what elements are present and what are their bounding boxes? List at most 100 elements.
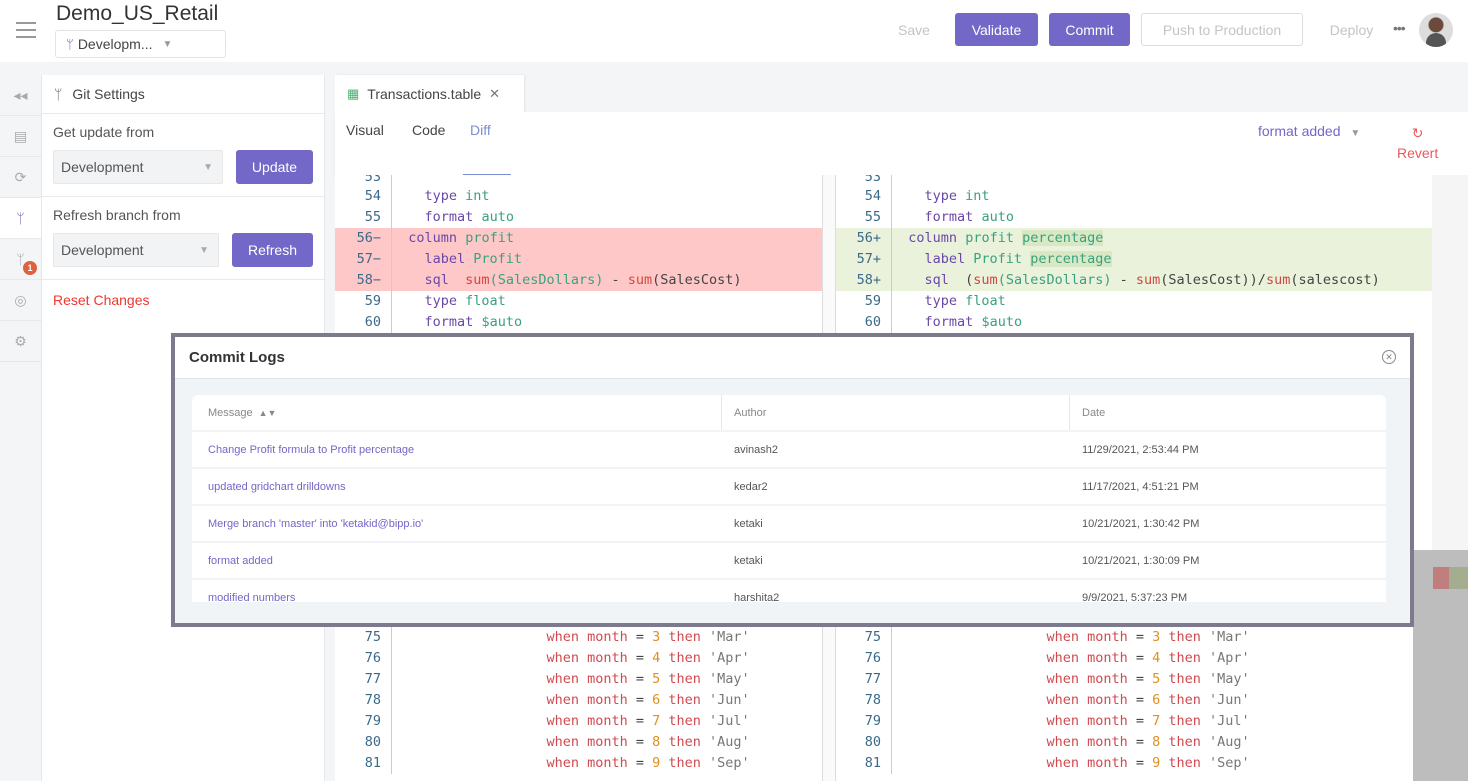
- commit-version-select[interactable]: format added ▼: [1258, 123, 1360, 139]
- git-branch-icon[interactable]: ᛘ: [0, 198, 41, 239]
- code-text: sql (sum(SalesDollars) - sum(SalesCost))…: [924, 272, 1380, 288]
- code-text: when month = 4 then 'Apr': [546, 650, 750, 666]
- code-text: when month = 7 then 'Jul': [1046, 713, 1250, 729]
- table-row[interactable]: modified numbers harshita2 9/9/2021, 5:37:…: [192, 580, 1386, 603]
- code-line: 80 when month = 8 then 'Aug': [836, 732, 1432, 753]
- code-line: 56+ column profit percentage: [836, 228, 1432, 249]
- commit-message[interactable]: format added: [208, 555, 273, 567]
- table-row[interactable]: Change Profit formula to Profit percenta…: [192, 432, 1386, 469]
- sync-icon[interactable]: ⟳: [0, 157, 41, 198]
- line-number: 79: [836, 711, 892, 732]
- line-number: 79: [335, 711, 392, 732]
- code-text: format $auto: [924, 314, 1023, 330]
- avatar[interactable]: [1419, 13, 1453, 47]
- line-number: 81: [836, 753, 892, 774]
- code-text: format auto: [424, 209, 514, 225]
- refresh-branch-value: Development: [61, 242, 144, 258]
- reset-changes-link[interactable]: Reset Changes: [42, 280, 324, 320]
- line-number: 78: [335, 690, 392, 711]
- view-tab-diff[interactable]: Diff: [470, 122, 491, 138]
- code-line: 76 when month = 4 then 'Apr': [335, 648, 822, 669]
- table-row[interactable]: Merge branch 'master' into 'ketakid@bipp…: [192, 506, 1386, 543]
- tab-transactions-table[interactable]: ▦ Transactions.table ✕: [335, 75, 524, 112]
- view-tab-code[interactable]: Code: [412, 122, 445, 138]
- line-number: 76: [335, 648, 392, 669]
- validate-button[interactable]: Validate: [955, 13, 1038, 46]
- column-header-message[interactable]: Message ▲▼: [192, 395, 722, 430]
- get-update-label: Get update from: [53, 124, 155, 140]
- line-number: 75: [836, 627, 892, 648]
- code-line: 54 type int: [836, 186, 1432, 207]
- top-bar: Demo_US_Retail ᛘ Developm... ▼ Save Vali…: [0, 0, 1468, 62]
- code-line: 79 when month = 7 then 'Jul': [836, 711, 1432, 732]
- commit-author: avinash2: [734, 443, 779, 456]
- push-to-production-button[interactable]: Push to Production: [1141, 13, 1303, 46]
- line-number: 55: [335, 207, 392, 228]
- update-branch-select[interactable]: Development ▼: [53, 150, 223, 184]
- code-text: type float: [924, 293, 1006, 309]
- tab-label: Transactions.table: [367, 85, 482, 102]
- code-text: column profit: [408, 230, 514, 246]
- commit-message[interactable]: Merge branch 'master' into 'ketakid@bipp…: [208, 518, 423, 530]
- table-row[interactable]: updated gridchart drilldowns kedar2 11/17/…: [192, 469, 1386, 506]
- view-tab-visual[interactable]: Visual: [346, 122, 384, 138]
- code-text: label Profit: [424, 251, 523, 267]
- code-line: 57+ label Profit percentage: [836, 249, 1432, 270]
- code-text: when month = 4 then 'Apr': [1046, 650, 1250, 666]
- merge-request-icon[interactable]: ᛘ1: [0, 239, 41, 280]
- collapse-icon[interactable]: ◂◂: [0, 75, 41, 116]
- revert-button[interactable]: ↻ Revert: [1397, 123, 1438, 163]
- refresh-branch-select[interactable]: Development ▼: [53, 233, 219, 267]
- commit-message[interactable]: modified numbers: [208, 592, 295, 603]
- code-line: 59 type float: [836, 291, 1432, 312]
- close-tab-icon[interactable]: ✕: [489, 86, 500, 102]
- commit-message[interactable]: Change Profit formula to Profit percenta…: [208, 444, 414, 456]
- code-line: 78 when month = 6 then 'Jun': [836, 690, 1432, 711]
- commit-date: 9/9/2021, 5:37:23 PM: [1082, 591, 1188, 603]
- code-line: 81 when month = 9 then 'Sep': [335, 753, 822, 774]
- update-button[interactable]: Update: [236, 150, 313, 184]
- code-line: 60 format $auto: [836, 312, 1432, 333]
- hamburger-menu-icon[interactable]: [16, 22, 36, 38]
- notification-badge: 1: [23, 261, 37, 275]
- code-text: label Profit percentage: [924, 251, 1112, 267]
- line-number: 56−: [335, 228, 392, 249]
- line-number: 57+: [836, 249, 892, 270]
- chevron-down-icon: ▼: [162, 38, 173, 50]
- commit-message[interactable]: updated gridchart drilldowns: [208, 481, 346, 493]
- revert-icon: ↻: [1411, 125, 1424, 141]
- line-number: 81: [335, 753, 392, 774]
- branch-name: Developm...: [77, 36, 153, 52]
- save-button[interactable]: Save: [895, 13, 933, 46]
- line-number: 58+: [836, 270, 892, 291]
- gear-icon[interactable]: ⚙: [0, 321, 41, 362]
- commit-author: kedar2: [734, 480, 768, 493]
- commit-date: 11/17/2021, 4:51:21 PM: [1082, 480, 1199, 493]
- branch-select[interactable]: ᛘ Developm... ▼: [55, 30, 226, 58]
- commit-author: ketaki: [734, 517, 763, 530]
- left-rail: ◂◂ ▤ ⟳ ᛘ ᛘ1 ◎ ⚙: [0, 75, 42, 781]
- line-number: 80: [335, 732, 392, 753]
- code-text: column profit percentage: [908, 230, 1104, 246]
- code-line: 58+ sql (sum(SalesDollars) - sum(SalesCo…: [836, 270, 1432, 291]
- code-line: 58− sql sum(SalesDollars) - sum(SalesCos…: [335, 270, 822, 291]
- line-number: 60: [335, 312, 392, 333]
- close-icon[interactable]: ✕: [1382, 350, 1396, 364]
- sort-icon[interactable]: ▲▼: [259, 408, 277, 418]
- more-options-icon[interactable]: •••: [1393, 20, 1406, 36]
- code-text: when month = 5 then 'May': [546, 671, 750, 687]
- column-header-author: Author: [722, 395, 1070, 430]
- line-number: 54: [335, 186, 392, 207]
- code-text: when month = 9 then 'Sep': [1046, 755, 1250, 771]
- refresh-button[interactable]: Refresh: [232, 233, 313, 267]
- user-icon[interactable]: ◎: [0, 280, 41, 321]
- code-line: 57− label Profit: [335, 249, 822, 270]
- deploy-button[interactable]: Deploy: [1325, 13, 1378, 46]
- files-icon[interactable]: ▤: [0, 116, 41, 157]
- table-icon: ▦: [347, 85, 360, 101]
- chevron-down-icon: ▼: [203, 161, 213, 173]
- git-settings-title: Git Settings: [72, 86, 145, 102]
- commit-date: 10/21/2021, 1:30:09 PM: [1082, 554, 1200, 567]
- table-row[interactable]: format added ketaki 10/21/2021, 1:30:09 PM: [192, 543, 1386, 580]
- commit-button[interactable]: Commit: [1049, 13, 1130, 46]
